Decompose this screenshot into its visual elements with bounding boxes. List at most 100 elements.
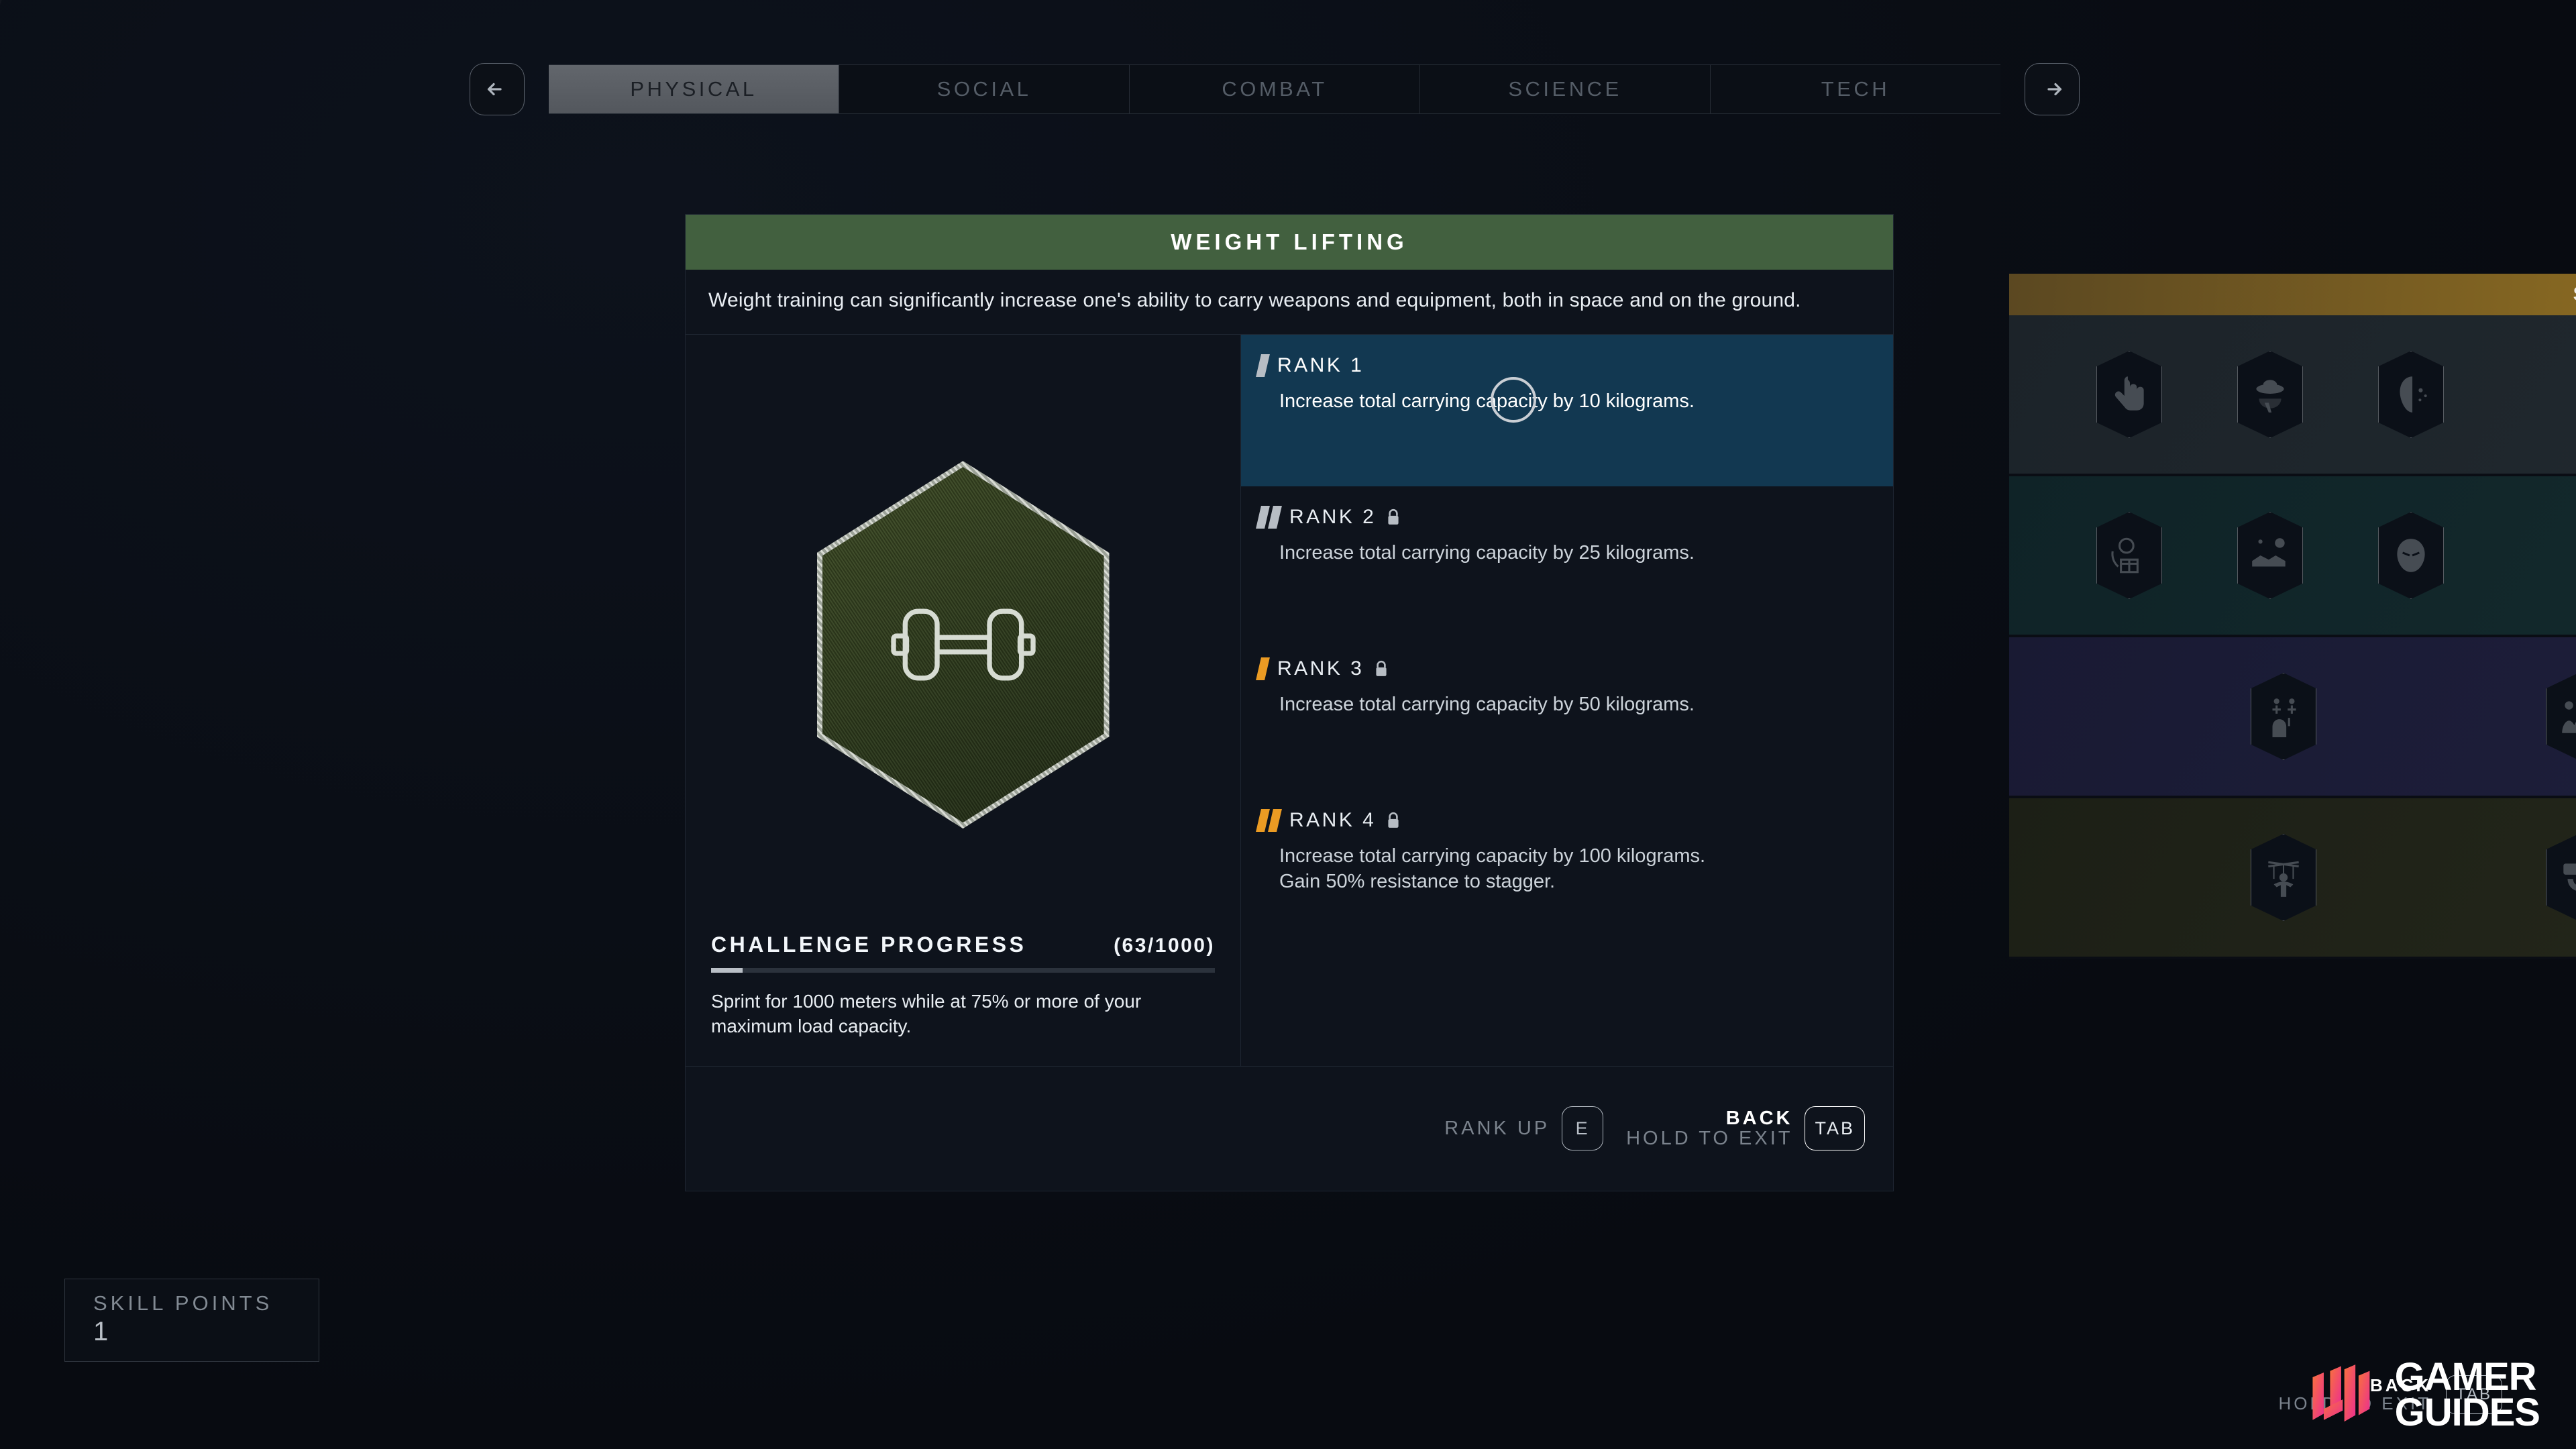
rank-3-header: RANK 3 [1256, 654, 1893, 684]
cursor-ring [1491, 377, 1536, 423]
arrow-right-icon [2047, 83, 2062, 96]
tab-social-label: SOCIAL [936, 77, 1032, 101]
rank-2-label: RANK 2 [1289, 505, 1377, 528]
tab-science[interactable]: SCIENCE [1420, 65, 1711, 113]
rank-1-label: RANK 1 [1277, 354, 1364, 376]
hold-to-exit-label: HOLD TO EXIT [1626, 1128, 1793, 1150]
skill-points-label: SKILL POINTS [93, 1291, 273, 1315]
back-label: BACK [1725, 1107, 1793, 1129]
rank-pip [1256, 808, 1270, 832]
tab-tech-label: TECH [1821, 77, 1890, 101]
background-tree-title: SOCIAL [2573, 283, 2576, 306]
puppet-master-icon [2268, 861, 2299, 897]
rank-pip [1256, 657, 1270, 680]
skill-node-gift-trade[interactable] [2096, 512, 2162, 599]
skill-node-manipulation[interactable] [2546, 834, 2576, 921]
skill-node-speaking-face[interactable] [2378, 351, 2444, 438]
skill-node-pointing-hand[interactable] [2096, 351, 2162, 438]
speaking-face-icon [2400, 376, 2427, 413]
back-hint-labels: BACK HOLD TO EXIT [1626, 1108, 1792, 1148]
rank-4-label: RANK 4 [1289, 808, 1377, 831]
gift-trade-icon [2111, 537, 2139, 574]
challenge-progress-counter: (63/1000) [1114, 934, 1215, 957]
challenge-progress-title: CHALLENGE PROGRESS [711, 932, 1027, 957]
tab-combat-label: COMBAT [1222, 77, 1328, 101]
rank-3-pips [1256, 657, 1270, 680]
background-tree-row-master [2009, 798, 2576, 959]
rank-3-description: Increase total carrying capacity by 50 k… [1279, 693, 1695, 715]
skill-points-value: 1 [93, 1317, 110, 1346]
rank-up-label: RANK UP [1444, 1117, 1550, 1139]
rank-4-pips [1256, 808, 1282, 832]
skill-points-box: SKILL POINTS 1 [64, 1279, 319, 1362]
watermark-line2: GUIDES [2394, 1391, 2540, 1434]
rank-row-1[interactable]: RANK 1 Increase total carrying capacity … [1241, 334, 1893, 486]
tab-physical[interactable]: PHYSICAL [549, 65, 839, 113]
background-skill-tree-panel: SOCIAL [2009, 274, 2576, 959]
gamerguides-watermark: GAMER GUIDES [2306, 1355, 2540, 1434]
skill-node-instigation[interactable] [2251, 673, 2316, 760]
rank-up-hint[interactable]: RANK UP E [1444, 1106, 1604, 1151]
rank-4-header: RANK 4 [1256, 806, 1893, 835]
gamerguides-logo-icon [2312, 1364, 2370, 1422]
skill-card-body: CHALLENGE PROGRESS (63/1000) Sprint for … [686, 334, 1893, 1066]
dumbbell-icon [890, 608, 1036, 681]
rank-row-4[interactable]: RANK 4 Increase total carrying capacity … [1241, 790, 1893, 941]
rank-2-header: RANK 2 [1256, 502, 1893, 532]
challenge-description: Sprint for 1000 meters while at 75% or m… [711, 990, 1142, 1037]
rank-row-3[interactable]: RANK 3 Increase total carrying capacity … [1241, 638, 1893, 790]
skill-node-hand-holding-ufo[interactable] [2237, 351, 2303, 438]
watermark-line1: GAMER [2394, 1354, 2537, 1399]
skill-node-crowd[interactable] [2546, 673, 2576, 760]
rank-2-pips [1256, 505, 1282, 529]
skill-ranks-column: RANK 1 Increase total carrying capacity … [1241, 334, 1893, 1066]
skill-node-puppet-master[interactable] [2251, 834, 2316, 921]
skill-card-footer: RANK UP E BACK HOLD TO EXIT TAB [686, 1065, 1893, 1191]
skill-patch-border [816, 461, 1110, 829]
tab-combat[interactable]: COMBAT [1130, 65, 1420, 113]
rank-pip [1268, 505, 1282, 529]
skill-title-bar: WEIGHT LIFTING [686, 215, 1893, 270]
rank-up-key[interactable]: E [1562, 1106, 1604, 1151]
rank-row-2[interactable]: RANK 2 Increase total carrying capacity … [1241, 486, 1893, 638]
challenge-progress-bar-fill [711, 967, 743, 973]
rank-1-description: Increase total carrying capacity by 10 k… [1279, 390, 1695, 412]
tab-social[interactable]: SOCIAL [839, 65, 1130, 113]
background-tree-row-advanced [2009, 476, 2576, 637]
rank-pip [1256, 354, 1270, 377]
rank-3-label: RANK 3 [1277, 657, 1364, 680]
challenge-progress-section: CHALLENGE PROGRESS (63/1000) Sprint for … [711, 932, 1215, 1066]
category-tabs: PHYSICAL SOCIAL COMBAT SCIENCE TECH [549, 64, 2000, 114]
background-tree-row-novice [2009, 315, 2576, 476]
next-category-button[interactable] [2025, 63, 2080, 115]
skill-node-handshake-space[interactable] [2237, 512, 2303, 599]
tab-tech[interactable]: TECH [1711, 65, 2000, 113]
rank-1-pips [1256, 354, 1270, 377]
back-key[interactable]: TAB [1805, 1106, 1865, 1151]
rank-pip [1268, 808, 1282, 832]
background-tree-header: SOCIAL [2009, 274, 2576, 315]
skill-title: WEIGHT LIFTING [1171, 229, 1408, 254]
pointing-hand-icon [2114, 376, 2144, 411]
background-tree-row-expert [2009, 637, 2576, 798]
tab-physical-label: PHYSICAL [630, 77, 757, 101]
arrow-left-icon [487, 83, 502, 96]
skill-description: Weight training can significantly increa… [686, 270, 1893, 335]
prev-category-button[interactable] [470, 63, 525, 115]
rank-1-header: RANK 1 [1256, 351, 1893, 380]
lock-icon [1376, 660, 1387, 676]
challenge-header: CHALLENGE PROGRESS (63/1000) [711, 932, 1215, 957]
manipulation-icon [2563, 863, 2576, 892]
lock-icon [1388, 812, 1399, 828]
intimidation-face-icon [2397, 539, 2425, 572]
instigation-icon [2272, 698, 2296, 737]
category-tab-bar: PHYSICAL SOCIAL COMBAT SCIENCE TECH [470, 62, 2080, 117]
skill-detail-card: WEIGHT LIFTING Weight training can signi… [686, 215, 1893, 1191]
skill-node-intimidation-face[interactable] [2378, 512, 2444, 599]
rank-2-description: Increase total carrying capacity by 25 k… [1279, 541, 1695, 564]
hand-holding-ufo-icon [2256, 380, 2284, 413]
handshake-space-icon [2252, 538, 2286, 567]
back-hint[interactable]: BACK HOLD TO EXIT TAB [1626, 1106, 1865, 1151]
skill-left-column: CHALLENGE PROGRESS (63/1000) Sprint for … [686, 334, 1241, 1066]
skill-patch-wrap [711, 358, 1215, 932]
